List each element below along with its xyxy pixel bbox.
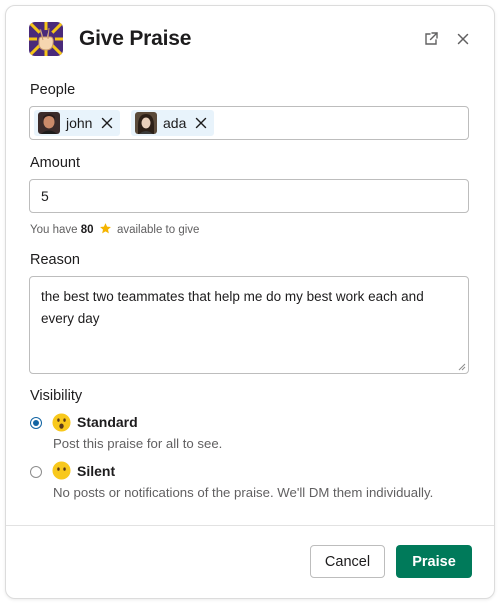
option-standard-description: Post this praise for all to see. [53, 436, 223, 451]
available-count: 80 [80, 224, 94, 236]
peace-hand-icon [29, 22, 63, 56]
person-chip-john[interactable]: john [34, 110, 121, 136]
amount-hint: You have 80 available to give [30, 222, 199, 236]
close-icon[interactable] [454, 30, 472, 48]
star-icon [99, 222, 112, 235]
praise-submit-button[interactable]: Praise [396, 545, 472, 578]
people-label: People [30, 82, 76, 98]
reason-field[interactable]: the best two teammates that help me do m… [29, 276, 469, 374]
reason-label: Reason [30, 252, 80, 268]
dialog-title: Give Praise [79, 27, 192, 50]
no-mouth-face-icon [52, 461, 71, 480]
option-silent-description: No posts or notifications of the praise.… [53, 485, 434, 500]
cancel-button[interactable]: Cancel [310, 545, 385, 578]
radio-standard[interactable] [30, 417, 42, 429]
reason-textarea[interactable]: the best two teammates that help me do m… [30, 277, 468, 373]
chip-name: john [66, 115, 93, 131]
give-praise-dialog: Give Praise People john ada Amount 5 You… [5, 5, 495, 599]
radio-silent[interactable] [30, 466, 42, 478]
avatar [135, 112, 157, 134]
chip-name: ada [163, 115, 187, 131]
remove-person-icon[interactable] [194, 116, 208, 130]
resize-handle-icon[interactable] [458, 363, 466, 371]
amount-label: Amount [30, 155, 80, 171]
option-silent-title: Silent [77, 463, 116, 479]
person-chip-ada[interactable]: ada [131, 110, 215, 136]
open-in-new-window-icon[interactable] [422, 30, 440, 48]
avatar [38, 112, 60, 134]
option-standard-title: Standard [77, 414, 138, 430]
hint-prefix: You have [30, 224, 78, 236]
surprised-face-icon [52, 413, 71, 432]
visibility-label: Visibility [30, 388, 83, 404]
footer-divider [6, 525, 494, 526]
amount-field[interactable] [29, 179, 469, 213]
people-select[interactable]: john ada [29, 106, 469, 140]
amount-input[interactable] [30, 180, 468, 212]
remove-person-icon[interactable] [100, 116, 114, 130]
hint-suffix: available to give [116, 224, 200, 236]
dialog-header: Give Praise [6, 6, 494, 72]
